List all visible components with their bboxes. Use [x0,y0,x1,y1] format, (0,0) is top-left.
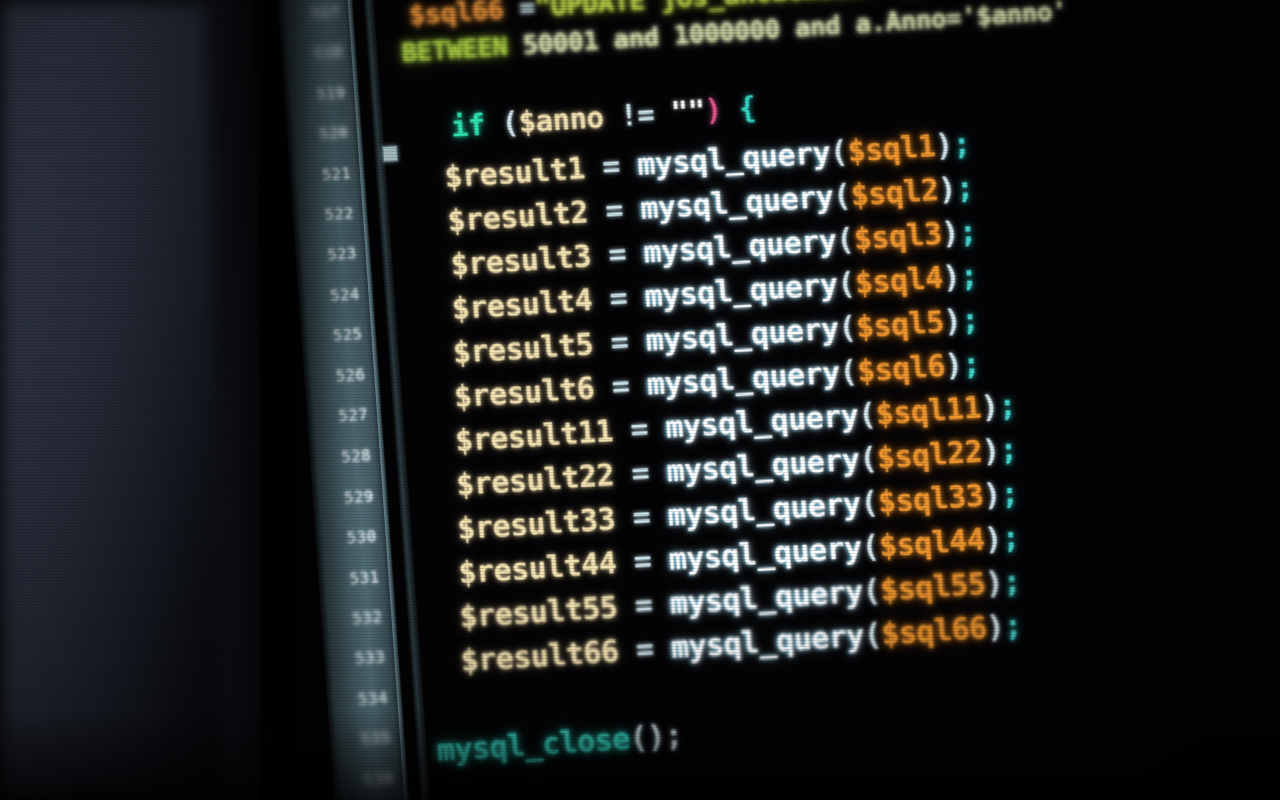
code-token: $result5 [451,327,595,372]
line-number: 533 [354,647,386,669]
code-token: ; [960,302,981,339]
code-token: ; [951,126,972,163]
code-token: $sql66 [407,0,505,32]
code-token: $sql44 [877,522,986,565]
code-token: = [583,148,639,187]
code-token: "" [669,93,707,130]
code-token: mysql_query [645,355,841,403]
code-token: $result44 [457,546,618,592]
code-token: $sql4 [853,260,944,302]
code-token: $sql11 [874,390,983,433]
code-token: $sql33 [876,478,985,521]
code-token: $sql1 [846,129,937,170]
code-token: $sql66 [880,610,988,653]
line-number: 524 [329,284,361,305]
code-token: $result6 [452,371,596,416]
code-token: $result55 [458,590,619,636]
code-token: $result3 [449,239,593,284]
code-token: mysql_query [642,223,838,271]
code-token: $sql2 [849,172,940,214]
code-token: = [591,323,648,363]
line-number: 519 [315,83,346,104]
line-number: 517 [310,2,341,23]
code-fold-marker-icon[interactable] [382,145,399,163]
code-token: = [617,630,673,670]
line-number: 535 [359,728,392,749]
monitor-photo-stage: 517 518 519 520 521 522 523 524 525 526 527 528 529 5… [0,0,1280,800]
code-token: != [602,95,673,135]
code-token: ; [957,214,978,251]
code-token: $sql22 [875,434,984,477]
code-token: $result66 [459,634,620,680]
code-token: mysql_query [667,530,863,578]
code-token: $result22 [455,458,616,504]
code-token: $anno [517,100,605,140]
code-token: ; [997,388,1018,425]
code-token: $result1 [443,151,586,196]
code-token: ; [961,346,982,383]
code-token: = [586,191,642,231]
code-token: mysql_query [643,267,839,315]
code-token: = [615,542,671,582]
code-token: $sql3 [852,216,943,258]
line-number: 528 [340,446,372,467]
code-token: = [502,0,536,26]
code-token: ; [958,258,979,295]
line-number: 536 [362,768,395,790]
code-token: mysql_query [639,179,835,227]
code-token: mysql_query [664,398,860,446]
code-token: ; [999,476,1020,513]
code-token: = [612,454,668,494]
code-token: $sql55 [879,566,987,609]
code-token: = [611,410,667,450]
code-token: (); [628,718,684,757]
code-token: ; [954,170,975,207]
code-line[interactable]: mysql_close(); [436,718,684,769]
line-number: 534 [357,687,389,709]
code-editor-surface: 517 518 519 520 521 522 523 524 525 526 527 528 529 5… [266,0,1280,800]
code-token: $result33 [456,502,617,548]
line-number: 532 [351,607,384,629]
code-token: $sql6 [855,348,947,390]
code-token: $result4 [450,283,594,328]
code-token: $sql5 [854,304,945,346]
line-number: 531 [348,566,381,588]
code-token: mysql_query [668,574,865,622]
code-token: ; [1001,564,1022,601]
code-token: $result11 [453,414,615,460]
line-number: 521 [321,163,352,184]
code-token: = [593,367,649,407]
code-token: mysql_query [665,442,861,490]
code-line[interactable]: if ($anno != "") { [450,90,757,143]
line-number: 529 [343,486,375,508]
code-token: mysql_query [666,486,862,534]
line-number: 526 [335,365,366,386]
code-token: mysql_query [636,135,832,184]
code-token: mysql_query [644,311,840,359]
code-token: { [720,90,757,127]
code-token: if [449,107,486,144]
code-token: = [616,586,672,626]
code-token: ; [1002,608,1023,645]
code-token: ; [998,432,1019,469]
code-token: ; [1000,520,1021,557]
code-token: mysql_close [435,721,632,769]
line-number: 530 [346,526,378,548]
code-token: = [590,279,646,319]
code-token: = [589,235,645,275]
code-token: = [613,498,669,538]
code-token: $result2 [446,195,590,240]
code-token: mysql_query [669,618,866,666]
code-token: BETWEEN [400,32,509,69]
code-token: ( [483,105,520,142]
